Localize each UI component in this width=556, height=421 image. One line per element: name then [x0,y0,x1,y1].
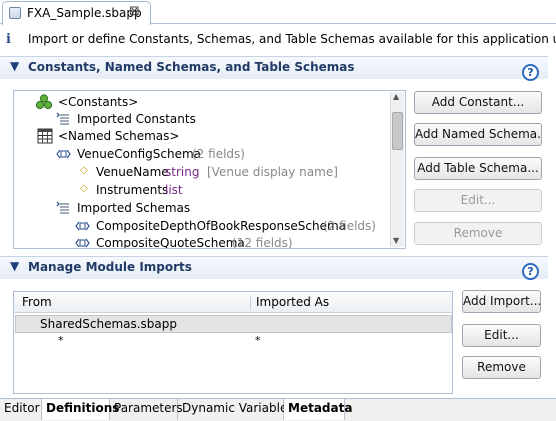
tree-item-label: Instruments [96,183,169,197]
editor-window: FXA_Sample.sbapp ⊠ i Import or define Co… [0,0,556,421]
scroll-down-arrow-icon[interactable]: ▼ [393,236,399,245]
field-type: string [165,165,200,179]
constants-section-title: Constants, Named Schemas, and Table Sche… [28,60,355,74]
editor-tab-bar: FXA_Sample.sbapp ⊠ [0,0,556,25]
info-bar: i Import or define Constants, Schemas, a… [0,28,556,52]
table-header: From Imported As [14,292,452,313]
info-text: Import or define Constants, Schemas, and… [28,32,556,46]
add-constant-button[interactable]: Add Constant... [414,91,542,114]
column-header-imported-as[interactable]: Imported As [251,292,329,313]
tab-parameters[interactable]: Parameters [110,399,183,420]
imports-table[interactable]: From Imported As SharedSchemas.sbapp * * [13,291,453,394]
editor-page-tabs: Editor Definitions Parameters Dynamic Va… [0,398,556,421]
tab-definitions[interactable]: Definitions [42,399,119,420]
tree-item-label: <Constants> [58,95,139,109]
tree-item-field-count: (2 fields) [192,147,245,161]
scroll-thumb[interactable] [392,112,403,150]
tree-scrollbar[interactable]: ▲ ▼ [390,92,404,247]
constants-icon [36,94,52,110]
tree-item-label: CompositeQuoteSchema [96,236,245,249]
remove-import-button[interactable]: Remove [462,356,541,379]
tree-item-label: Imported Schemas [77,201,191,215]
constants-section-header[interactable]: ▼ Constants, Named Schemas, and Table Sc… [0,56,548,79]
tree-item-label: Imported Constants [77,112,196,126]
edit-import-button[interactable]: Edit... [462,324,541,347]
tab-dynamic-variables[interactable]: Dynamic Variables [178,399,294,420]
table-row[interactable]: * * [15,334,452,350]
schema-icon [75,238,90,248]
collapse-chevron-icon[interactable]: ▼ [10,259,19,273]
row-from-cell: * [58,334,64,347]
tree-item-label: VenueConfigSchema [77,147,202,161]
help-icon[interactable]: ? [522,263,539,280]
imported-list-icon [56,201,69,214]
row-from-cell: SharedSchemas.sbapp [40,317,178,331]
imports-section-header[interactable]: ▼ Manage Module Imports [0,256,548,279]
help-icon[interactable]: ? [522,64,539,81]
field-description: [Venue display name] [207,165,338,179]
add-named-schema-button[interactable]: Add Named Schema... [414,123,542,146]
tree-item-field-count: (2 fields) [323,219,376,233]
schema-icon [56,149,71,159]
remove-definition-button[interactable]: Remove [414,222,542,245]
tree-item-label: CompositeDepthOfBookResponseSchema [96,219,347,233]
tree-item-label: <Named Schemas> [58,129,180,143]
tab-editor[interactable]: Editor [0,399,42,420]
scroll-up-arrow-icon[interactable]: ▲ [393,92,399,101]
schema-icon [75,221,90,231]
table-icon [37,128,53,144]
close-tab-icon[interactable]: ⊠ [129,4,140,19]
column-header-from[interactable]: From [17,292,52,313]
collapse-chevron-icon[interactable]: ▼ [10,59,19,73]
field-diamond-icon: ◇ [80,165,88,176]
field-diamond-icon: ◇ [80,183,88,194]
field-type: list [165,183,183,197]
info-icon: i [6,32,11,47]
imports-section-title: Manage Module Imports [28,260,192,274]
imported-list-icon [56,112,69,125]
tab-metadata[interactable]: Metadata [284,399,352,420]
row-as-cell: * [255,334,261,347]
add-table-schema-button[interactable]: Add Table Schema... [414,157,542,180]
add-import-button[interactable]: Add Import... [462,290,541,313]
tree-item-label: VenueName [96,165,169,179]
sbapp-file-icon [9,7,21,19]
tree-item-field-count: (12 fields) [232,236,293,249]
editor-tab[interactable]: FXA_Sample.sbapp ⊠ [2,1,151,25]
definitions-tree[interactable]: <Constants> Imported Constants <Named Sc… [13,90,406,249]
editor-tab-title: FXA_Sample.sbapp [27,6,142,20]
edit-definition-button[interactable]: Edit... [414,189,542,212]
table-row[interactable]: SharedSchemas.sbapp [15,315,452,333]
